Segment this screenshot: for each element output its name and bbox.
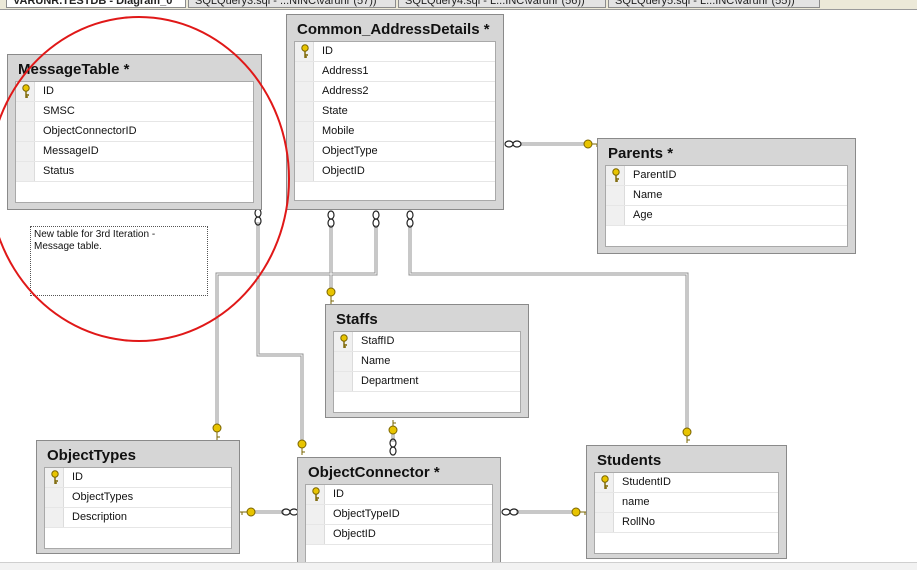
column-row[interactable]: ID (295, 42, 495, 62)
column-name: RollNo (622, 516, 656, 528)
column-name: Age (633, 209, 653, 221)
column-row[interactable]: Description (45, 508, 231, 528)
row-selector[interactable] (334, 352, 353, 371)
column-row[interactable]: ObjectTypes (45, 488, 231, 508)
column-row[interactable]: Address1 (295, 62, 495, 82)
row-selector[interactable] (306, 505, 325, 524)
table-title: ObjectTypes (47, 447, 136, 464)
column-name: ObjectTypes (72, 491, 134, 503)
column-name: ObjectID (322, 165, 365, 177)
row-selector[interactable] (45, 508, 64, 527)
tab-query-5[interactable]: SQLQuery5.sql - L...INC\varunr (55)) (608, 0, 820, 8)
column-row[interactable]: ID (45, 468, 231, 488)
table-title: Staffs (336, 311, 378, 328)
column-name: ObjectType (322, 145, 378, 157)
column-name: ID (333, 488, 344, 500)
row-selector[interactable] (606, 166, 625, 185)
column-name: ObjectTypeID (333, 508, 400, 520)
column-name: name (622, 496, 650, 508)
column-row[interactable]: StudentID (595, 473, 778, 493)
column-grid: StudentID name RollNo (594, 472, 779, 554)
column-row[interactable]: Name (334, 352, 520, 372)
highlight-circle (0, 16, 290, 342)
table-common-address-details[interactable]: Common_AddressDetails * ID Address1 Addr… (286, 14, 504, 210)
table-title: Parents * (608, 145, 674, 162)
document-tab-strip: VARUNR.TESTDB - Diagram_0 SQLQuery3.sql … (0, 0, 917, 10)
key-icon (312, 487, 320, 501)
column-name: ObjectID (333, 528, 376, 540)
key-icon (51, 470, 59, 484)
column-name: ParentID (633, 169, 677, 181)
table-object-connector[interactable]: ObjectConnector * ID ObjectTypeID Object… (297, 457, 501, 567)
row-selector[interactable] (334, 372, 353, 391)
row-selector[interactable] (45, 488, 64, 507)
column-row[interactable]: ID (306, 485, 492, 505)
row-selector[interactable] (295, 142, 314, 161)
column-name: Description (72, 511, 128, 523)
column-name: ID (72, 471, 83, 483)
column-row[interactable]: ObjectID (306, 525, 492, 545)
row-selector[interactable] (306, 525, 325, 544)
column-grid: ID Address1 Address2 State Mobile Object… (294, 41, 496, 201)
column-row[interactable]: Mobile (295, 122, 495, 142)
row-selector[interactable] (595, 473, 614, 492)
column-row[interactable]: RollNo (595, 513, 778, 533)
row-selector[interactable] (295, 122, 314, 141)
row-selector[interactable] (295, 102, 314, 121)
column-grid: ParentID Name Age (605, 165, 848, 247)
key-icon (301, 44, 309, 58)
column-row[interactable]: State (295, 102, 495, 122)
table-students[interactable]: Students StudentID name RollNo (586, 445, 787, 559)
row-selector[interactable] (595, 493, 614, 512)
table-title: ObjectConnector * (308, 464, 440, 481)
row-selector[interactable] (606, 186, 625, 205)
key-icon (601, 475, 609, 489)
column-row[interactable]: Age (606, 206, 847, 226)
tab-query-4[interactable]: SQLQuery4.sql - L...INC\varunr (56)) (398, 0, 606, 8)
key-icon (612, 168, 620, 182)
column-name: StaffID (361, 335, 395, 347)
column-row[interactable]: ObjectID (295, 162, 495, 182)
column-row[interactable]: StaffID (334, 332, 520, 352)
row-selector[interactable] (295, 82, 314, 101)
column-name: ID (322, 45, 333, 57)
column-grid: StaffID Name Department (333, 331, 521, 413)
column-name: Name (633, 189, 663, 201)
table-title: Common_AddressDetails * (297, 21, 490, 38)
column-name: Department (361, 375, 419, 387)
column-row[interactable]: ObjectType (295, 142, 495, 162)
row-selector[interactable] (606, 206, 625, 225)
row-selector[interactable] (295, 162, 314, 181)
key-icon (340, 334, 348, 348)
column-row[interactable]: ParentID (606, 166, 847, 186)
column-name: StudentID (622, 476, 671, 488)
column-name: Address2 (322, 85, 369, 97)
column-row[interactable]: Department (334, 372, 520, 392)
row-selector[interactable] (45, 468, 64, 487)
column-name: State (322, 105, 348, 117)
column-name: Name (361, 355, 391, 367)
column-row[interactable]: ObjectTypeID (306, 505, 492, 525)
column-name: Mobile (322, 125, 355, 137)
table-object-types[interactable]: ObjectTypes ID ObjectTypes Description (36, 440, 240, 554)
row-selector[interactable] (295, 62, 314, 81)
tab-query-3[interactable]: SQLQuery3.sql - ...NINC\varunr (57)) (188, 0, 396, 8)
row-selector[interactable] (306, 485, 325, 504)
row-selector[interactable] (295, 42, 314, 61)
column-row[interactable]: Name (606, 186, 847, 206)
table-staffs[interactable]: Staffs StaffID Name Department (325, 304, 529, 418)
column-name: Address1 (322, 65, 369, 77)
column-row[interactable]: name (595, 493, 778, 513)
row-selector[interactable] (595, 513, 614, 532)
column-row[interactable]: Address2 (295, 82, 495, 102)
column-grid: ID ObjectTypeID ObjectID (305, 484, 493, 564)
table-title: Students (597, 452, 662, 469)
tab-diagram[interactable]: VARUNR.TESTDB - Diagram_0 (6, 0, 186, 8)
column-grid: ID ObjectTypes Description (44, 467, 232, 549)
table-parents[interactable]: Parents * ParentID Name Age (597, 138, 856, 254)
row-selector[interactable] (334, 332, 353, 351)
